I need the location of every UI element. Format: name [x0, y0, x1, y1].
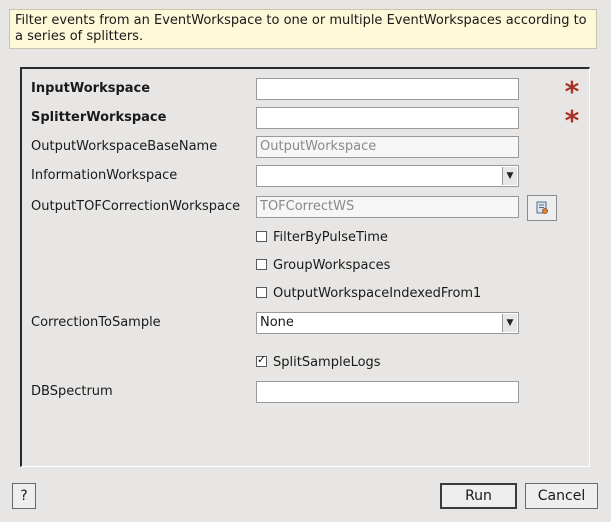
run-button[interactable]: Run [440, 483, 517, 509]
indexed-from-1-checkbox[interactable]: OutputWorkspaceIndexedFrom1 [256, 285, 481, 303]
output-tof-correction-placeholder: TOFCorrectWS [260, 199, 355, 214]
chevron-down-icon[interactable]: ▼ [502, 167, 517, 185]
checkbox-box[interactable]: ✓ [256, 353, 267, 367]
checkbox-box[interactable] [256, 231, 267, 242]
browse-workspace-button[interactable] [527, 195, 557, 221]
filter-by-pulse-time-label: FilterByPulseTime [273, 230, 388, 245]
information-workspace-label: InformationWorkspace [31, 168, 178, 183]
split-sample-logs-checkbox[interactable]: ✓ SplitSampleLogs [256, 353, 381, 372]
help-button[interactable]: ? [12, 483, 36, 509]
chevron-down-icon[interactable]: ▼ [502, 314, 517, 332]
input-workspace-field[interactable] [256, 78, 519, 100]
correction-to-sample-combo[interactable]: None ▼ [256, 312, 519, 334]
workspace-browse-icon [536, 201, 548, 214]
group-workspaces-label: GroupWorkspaces [273, 258, 391, 273]
db-spectrum-field[interactable] [256, 381, 519, 403]
group-workspaces-checkbox[interactable]: GroupWorkspaces [256, 257, 390, 275]
output-base-name-field[interactable]: OutputWorkspace [256, 136, 519, 158]
split-sample-logs-label: SplitSampleLogs [273, 355, 381, 370]
correction-to-sample-value: None [260, 315, 294, 330]
output-base-name-placeholder: OutputWorkspace [260, 139, 377, 154]
filter-by-pulse-time-checkbox[interactable]: FilterByPulseTime [256, 229, 388, 247]
cancel-button[interactable]: Cancel [525, 483, 598, 509]
algorithm-description: Filter events from an EventWorkspace to … [9, 9, 597, 49]
description-text: Filter events from an EventWorkspace to … [15, 13, 587, 44]
splitter-workspace-label: SplitterWorkspace [31, 110, 167, 125]
checkbox-box[interactable] [256, 259, 267, 270]
db-spectrum-label: DBSpectrum [31, 384, 113, 399]
output-tof-correction-label: OutputTOFCorrectionWorkspace [31, 199, 241, 214]
splitter-workspace-field[interactable] [256, 107, 519, 129]
correction-to-sample-label: CorrectionToSample [31, 315, 161, 330]
information-workspace-combo[interactable]: ▼ [256, 165, 519, 187]
required-star-icon: * [564, 104, 580, 137]
checkbox-box[interactable] [256, 287, 267, 298]
required-star-icon: * [564, 75, 580, 108]
output-tof-correction-field[interactable]: TOFCorrectWS [256, 196, 519, 218]
indexed-from-1-label: OutputWorkspaceIndexedFrom1 [273, 286, 482, 301]
output-base-name-label: OutputWorkspaceBaseName [31, 139, 218, 154]
input-workspace-label: InputWorkspace [31, 81, 151, 96]
checkmark-icon: ✓ [257, 353, 267, 366]
